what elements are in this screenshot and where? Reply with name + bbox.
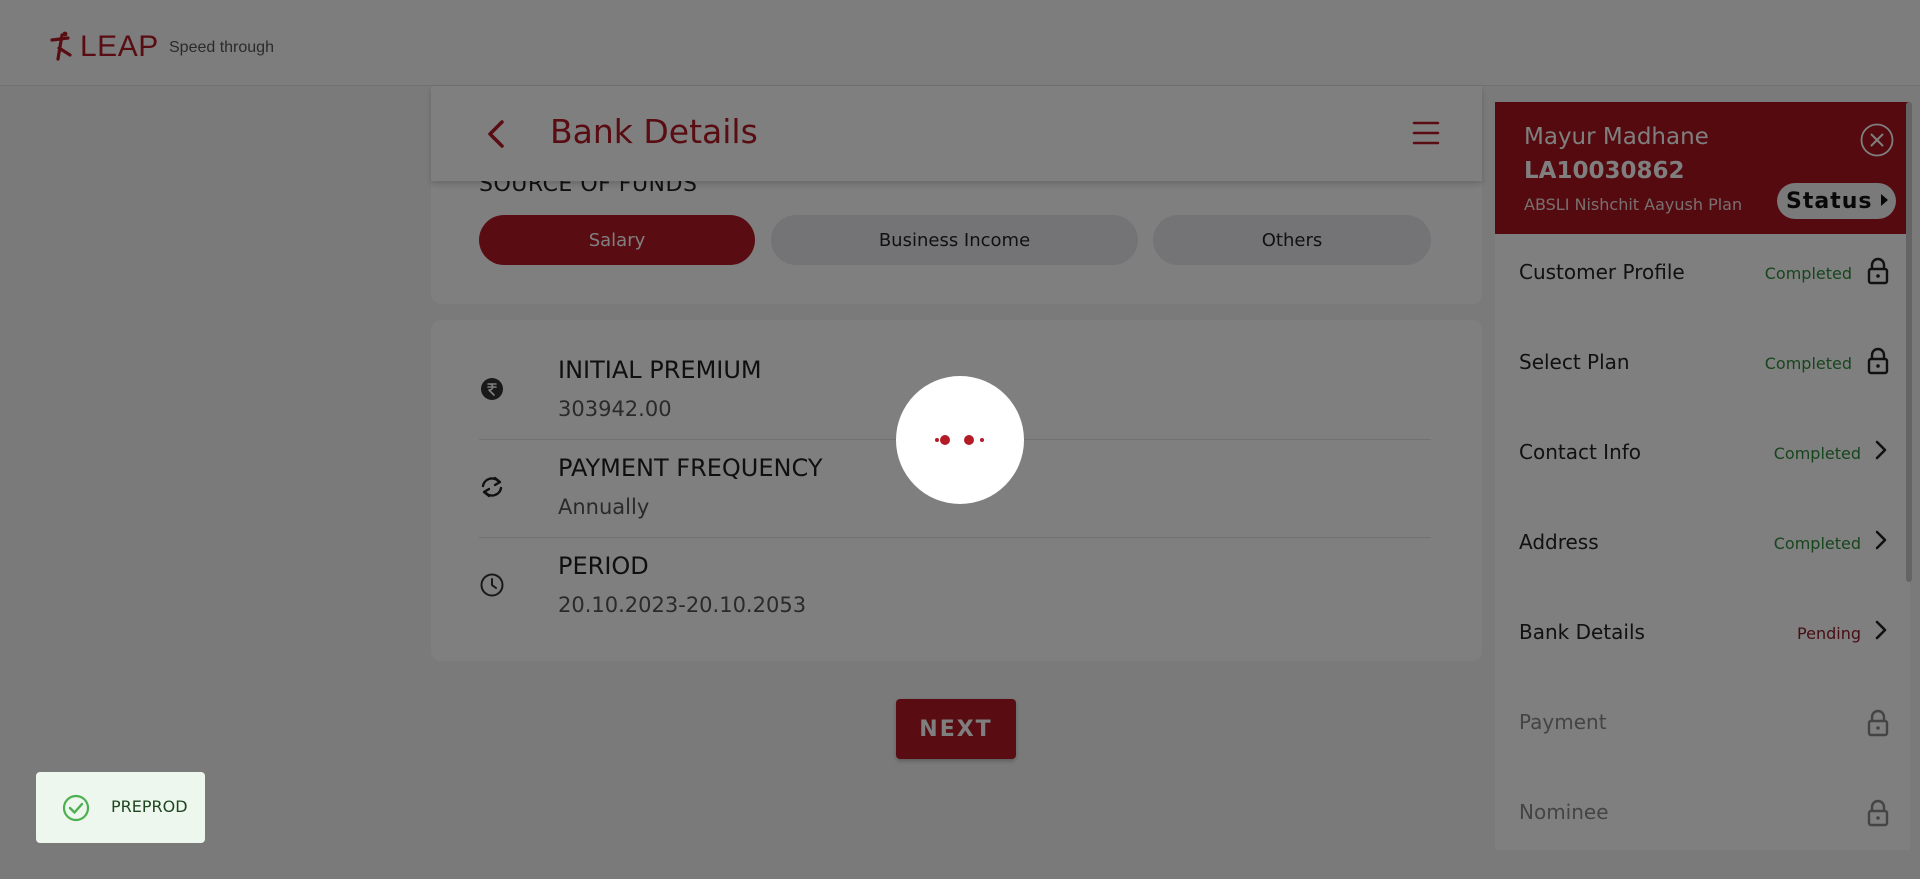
loader-dot — [964, 435, 974, 445]
toast-message: PREPROD — [111, 797, 188, 816]
loader-dot — [940, 435, 950, 445]
loader-dot — [980, 438, 984, 442]
check-circle-icon — [62, 794, 90, 822]
loader-dot — [935, 438, 939, 442]
environment-toast: PREPROD — [36, 772, 205, 843]
loading-spinner — [896, 376, 1024, 504]
